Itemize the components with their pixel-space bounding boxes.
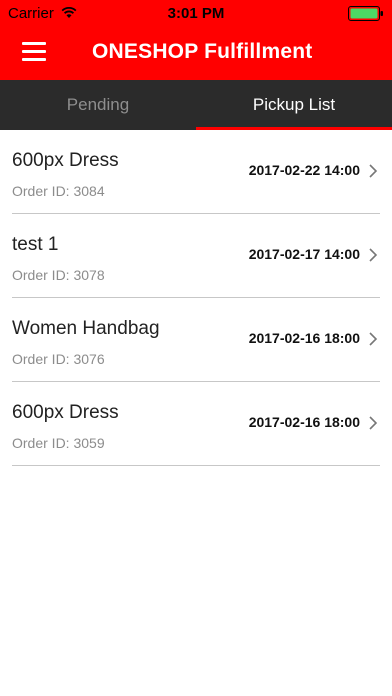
order-item-name: test 1 — [12, 234, 59, 255]
order-item-name: 600px Dress — [12, 402, 119, 423]
order-row[interactable]: Women Handbag Order ID: 3076 2017-02-16 … — [12, 298, 380, 382]
order-row[interactable]: test 1 Order ID: 3078 2017-02-17 14:00 — [12, 214, 380, 298]
order-id: Order ID: 3059 — [12, 435, 105, 451]
order-datetime: 2017-02-22 14:00 — [248, 162, 360, 178]
chevron-right-icon — [369, 164, 378, 178]
status-time: 3:01 PM — [167, 5, 225, 22]
order-list: 600px Dress Order ID: 3084 2017-02-22 14… — [12, 130, 380, 466]
order-datetime: 2017-02-17 14:00 — [248, 246, 360, 262]
order-id: Order ID: 3076 — [12, 351, 105, 367]
tab-pending[interactable]: Pending — [0, 80, 196, 130]
tab-pickup-list[interactable]: Pickup List — [196, 80, 392, 130]
menu-bar — [22, 42, 46, 45]
order-id: Order ID: 3084 — [12, 183, 105, 199]
menu-bar — [22, 50, 46, 53]
hamburger-menu-icon[interactable] — [22, 42, 46, 62]
order-datetime: 2017-02-16 18:00 — [248, 414, 360, 430]
order-row[interactable]: 600px Dress Order ID: 3084 2017-02-22 14… — [12, 130, 380, 214]
chevron-right-icon — [369, 332, 378, 346]
menu-bar — [22, 58, 46, 61]
order-datetime: 2017-02-16 18:00 — [248, 330, 360, 346]
order-row[interactable]: 600px Dress Order ID: 3059 2017-02-16 18… — [12, 382, 380, 466]
app-title: ONESHOP Fulfillment — [92, 40, 313, 63]
chevron-right-icon — [369, 248, 378, 262]
chevron-right-icon — [369, 416, 378, 430]
battery-icon — [348, 6, 383, 21]
order-id: Order ID: 3078 — [12, 267, 105, 283]
app-header: Carrier 3:01 PM ONESHOP Fulfillment — [0, 0, 392, 80]
status-bar: Carrier 3:01 PM — [0, 0, 392, 26]
order-item-name: Women Handbag — [12, 318, 160, 339]
tab-bar: Pending Pickup List — [0, 80, 392, 130]
order-item-name: 600px Dress — [12, 150, 119, 171]
